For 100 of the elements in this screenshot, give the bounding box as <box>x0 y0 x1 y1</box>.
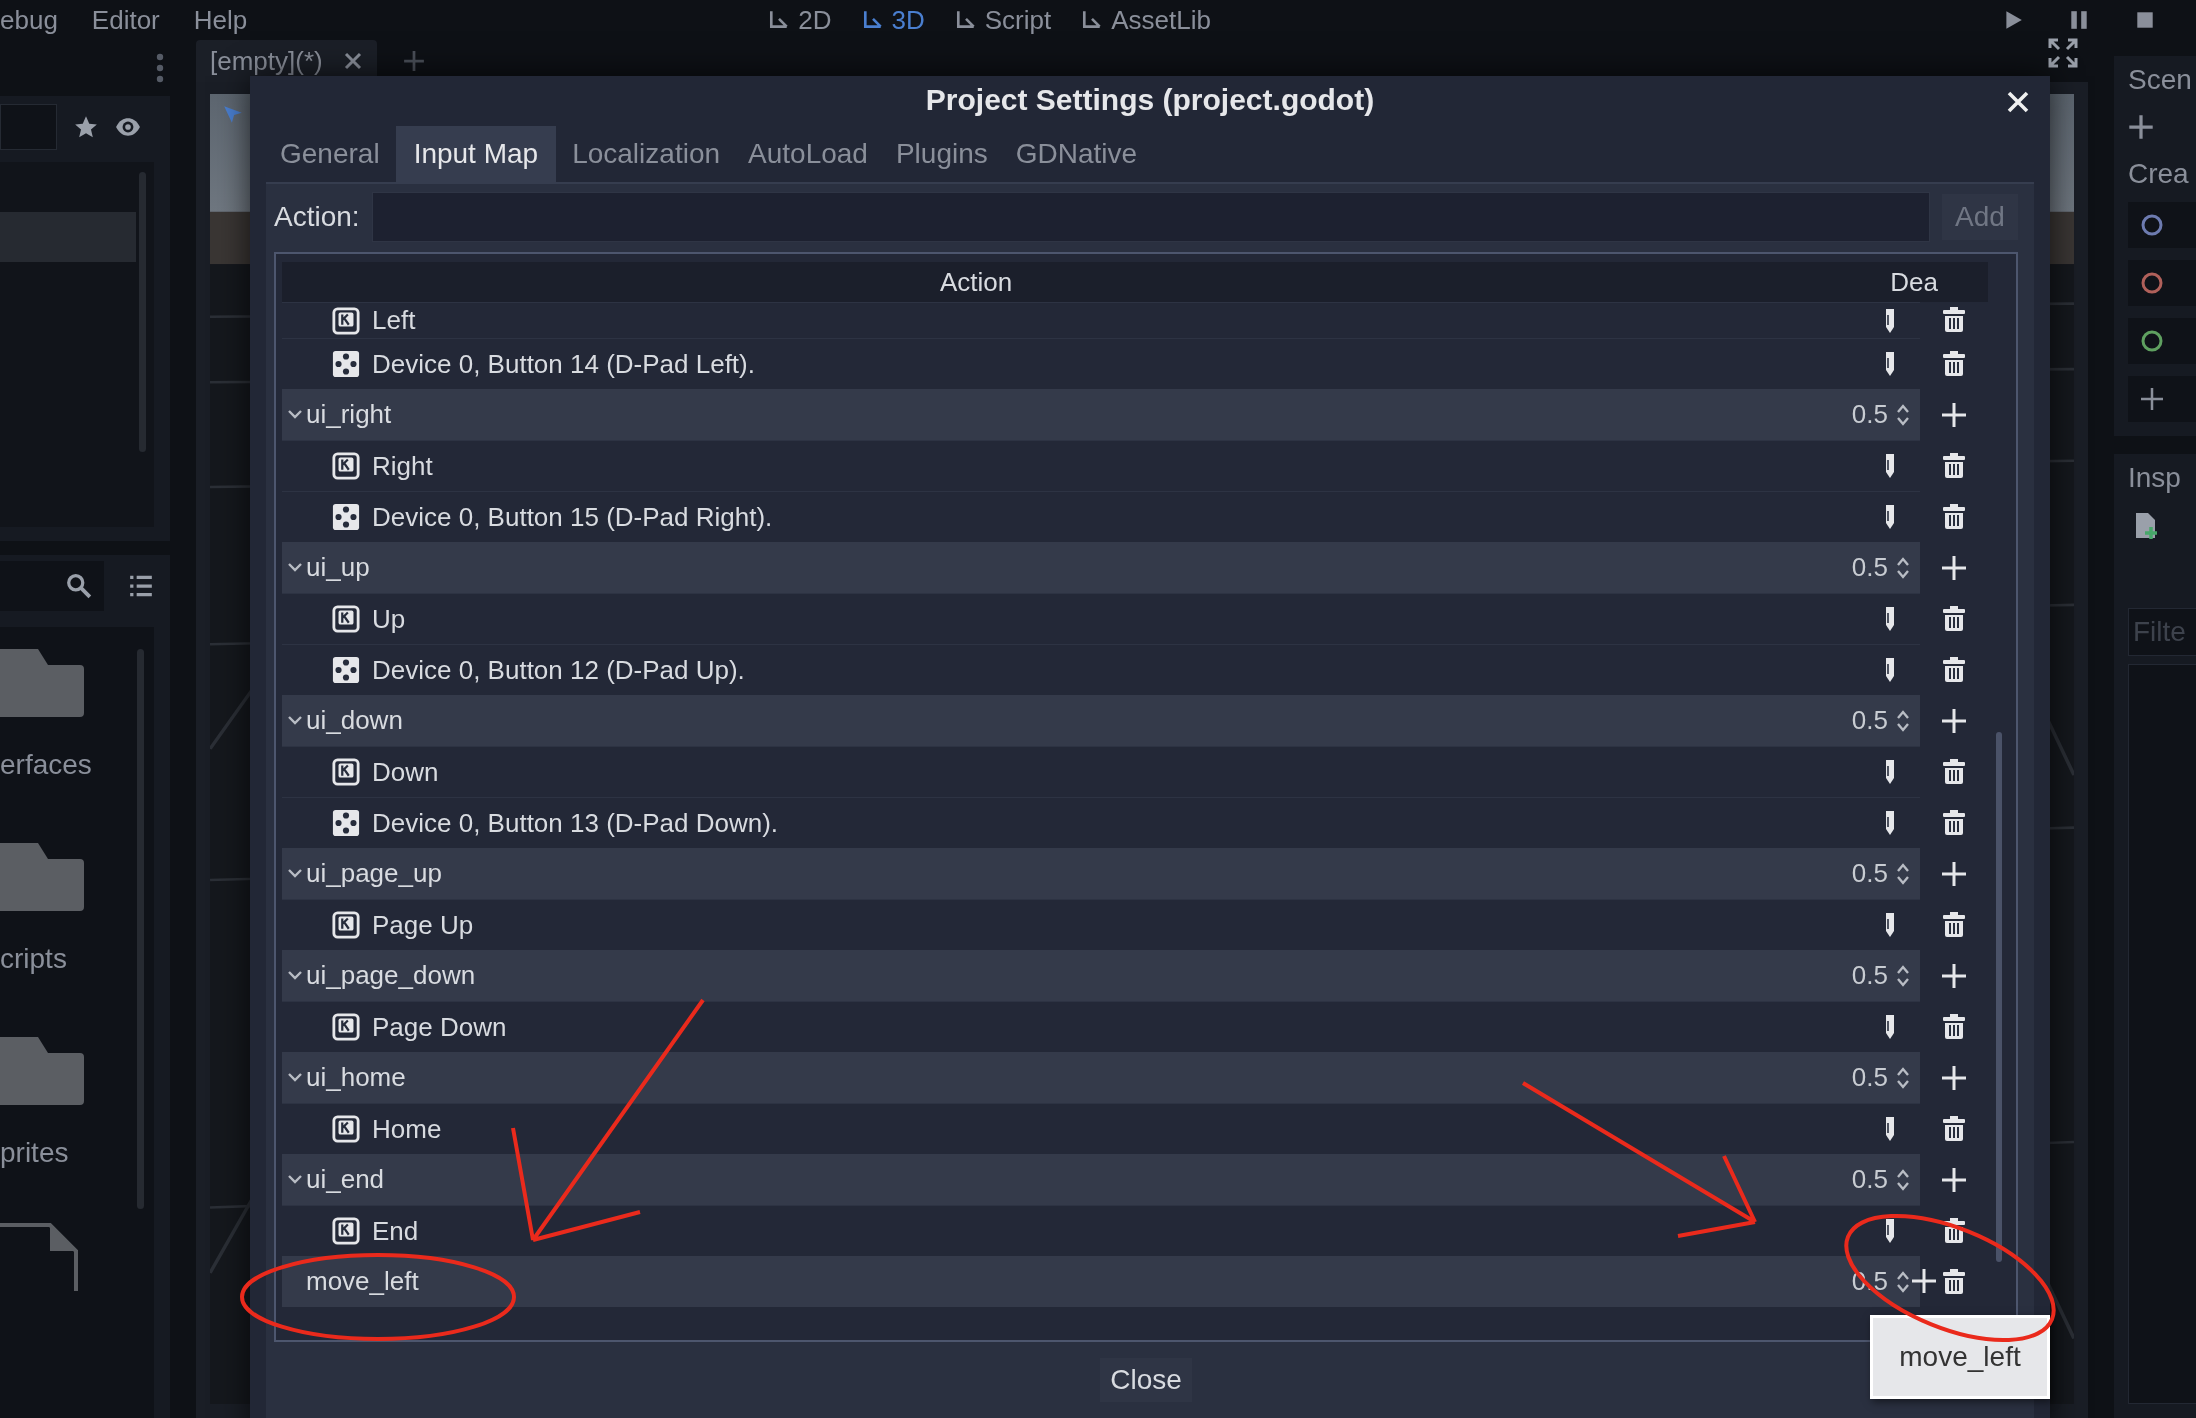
folder-name[interactable]: erfaces <box>0 749 92 781</box>
delete-icon[interactable] <box>1941 1013 1967 1040</box>
deadzone-spinbox[interactable]: 0.5 <box>1851 1062 1910 1093</box>
pencil-icon[interactable] <box>1884 1013 1896 1041</box>
dock-title: Scen <box>2128 64 2192 96</box>
list-view-icon[interactable] <box>128 573 154 599</box>
delete-icon[interactable] <box>1941 307 1967 333</box>
event-label: Device 0, Button 12 (D-Pad Up). <box>372 654 745 686</box>
pencil-icon[interactable] <box>1884 911 1896 939</box>
scene-tab[interactable]: [empty](*) <box>196 40 377 82</box>
deadzone-spinbox[interactable]: 0.5 <box>1851 858 1910 889</box>
keycap-icon <box>332 911 360 939</box>
action-name[interactable]: ui_down <box>306 705 403 736</box>
folder-name[interactable]: cripts <box>0 943 92 975</box>
deadzone-spinbox[interactable]: 0.5 <box>1851 960 1910 991</box>
menu-item[interactable]: ebug <box>0 4 58 36</box>
settings-tab[interactable]: Input Map <box>395 126 557 182</box>
delete-icon[interactable] <box>1941 1115 1967 1142</box>
keycap-icon <box>332 758 360 786</box>
pause-icon[interactable] <box>2068 9 2090 31</box>
up-down-arrows-icon <box>1896 402 1910 427</box>
node-type-button[interactable] <box>2128 202 2196 248</box>
folder-name[interactable]: prites <box>0 1137 92 1169</box>
delete-icon[interactable] <box>1941 656 1967 683</box>
fullscreen-icon[interactable] <box>2048 38 2078 68</box>
pencil-icon[interactable] <box>1884 503 1896 531</box>
more-options-icon[interactable] <box>156 53 164 83</box>
tooltip: move_left <box>1870 1315 2050 1399</box>
delete-icon[interactable] <box>1941 809 1967 836</box>
pencil-icon[interactable] <box>1884 605 1896 633</box>
workspace-tab[interactable]: AssetLib <box>1081 4 1211 36</box>
settings-tab[interactable]: AutoLoad <box>736 126 880 182</box>
up-down-arrows-icon <box>1896 555 1910 580</box>
delete-icon[interactable] <box>1941 758 1967 785</box>
column-header: Action <box>939 266 1014 298</box>
delete-icon[interactable] <box>1941 350 1967 377</box>
delete-icon[interactable] <box>1941 911 1967 938</box>
menu-item[interactable]: Help <box>193 4 248 36</box>
delete-icon[interactable] <box>1941 452 1967 479</box>
pencil-icon[interactable] <box>1884 758 1896 786</box>
gamepad-buttons-icon <box>332 350 360 378</box>
add-icon[interactable] <box>2128 114 2154 140</box>
new-document-icon[interactable] <box>2134 512 2158 540</box>
node-type-button[interactable] <box>2128 260 2196 306</box>
settings-tab[interactable]: General <box>268 126 392 182</box>
event-label: Right <box>372 450 433 482</box>
search-field[interactable] <box>0 561 104 611</box>
node-type-button[interactable] <box>2128 318 2196 364</box>
action-name[interactable]: move_left <box>306 1266 419 1297</box>
star-icon[interactable] <box>73 114 99 140</box>
settings-tab[interactable]: GDNative <box>1003 126 1150 182</box>
column-header: Dea <box>1890 266 1939 298</box>
keycap-icon <box>332 452 360 480</box>
pencil-icon[interactable] <box>1884 452 1896 480</box>
filter-field[interactable] <box>0 104 57 150</box>
pencil-icon[interactable] <box>1884 656 1896 684</box>
up-down-arrows-icon <box>1896 1065 1910 1090</box>
pencil-icon[interactable] <box>1884 306 1896 335</box>
workspace-tab[interactable]: 2D <box>768 4 832 36</box>
workspace-icon <box>861 9 884 31</box>
pencil-icon[interactable] <box>1884 809 1896 837</box>
action-name[interactable]: ui_end <box>306 1164 385 1195</box>
settings-tab[interactable]: Plugins <box>883 126 1000 182</box>
delete-icon[interactable] <box>1941 605 1967 632</box>
stop-icon[interactable] <box>2134 9 2156 31</box>
up-down-arrows-icon <box>1896 1269 1910 1294</box>
workspace-tab[interactable]: 3D <box>861 4 925 36</box>
delete-icon[interactable] <box>1941 1268 1967 1295</box>
action-name[interactable]: ui_home <box>306 1062 406 1093</box>
other-node-button[interactable] <box>2128 376 2196 422</box>
keycap-icon <box>332 1217 360 1245</box>
scene-tab-title[interactable]: [empty](*) <box>210 45 323 77</box>
file-icon[interactable] <box>0 1221 80 1291</box>
dialog-title: Project Settings (project.godot) <box>925 83 1375 117</box>
deadzone-spinbox[interactable]: 0.5 <box>1851 1164 1910 1195</box>
deadzone-spinbox[interactable]: 0.5 <box>1851 399 1910 430</box>
pencil-icon[interactable] <box>1884 350 1896 378</box>
deadzone-spinbox[interactable]: 0.5 <box>1851 705 1910 736</box>
action-name[interactable]: ui_right <box>306 399 392 430</box>
up-down-arrows-icon <box>1896 861 1910 886</box>
keycap-icon <box>332 1013 360 1041</box>
pencil-icon[interactable] <box>1884 1217 1896 1245</box>
keycap-icon <box>332 605 360 633</box>
action-name[interactable]: ui_up <box>306 552 370 583</box>
pencil-icon[interactable] <box>1884 1115 1896 1143</box>
deadzone-spinbox[interactable]: 0.5 <box>1851 552 1910 583</box>
close-button[interactable]: Close <box>1100 1358 1192 1402</box>
event-label: Device 0, Button 15 (D-Pad Right). <box>372 501 773 533</box>
scrollbar[interactable] <box>137 649 144 1209</box>
settings-tab[interactable]: Localization <box>560 126 733 182</box>
add-icon <box>2140 387 2164 411</box>
action-name[interactable]: ui_page_up <box>306 858 442 889</box>
delete-icon[interactable] <box>1941 503 1967 530</box>
menu-item[interactable]: Editor <box>91 4 160 36</box>
workspace-tab[interactable]: Script <box>954 4 1052 36</box>
scrollbar[interactable] <box>1996 732 2002 1262</box>
close-icon[interactable] <box>2006 90 2030 114</box>
workspace-icon <box>954 9 977 31</box>
event-label: Device 0, Button 13 (D-Pad Down). <box>372 807 779 839</box>
action-name[interactable]: ui_page_down <box>306 960 476 991</box>
